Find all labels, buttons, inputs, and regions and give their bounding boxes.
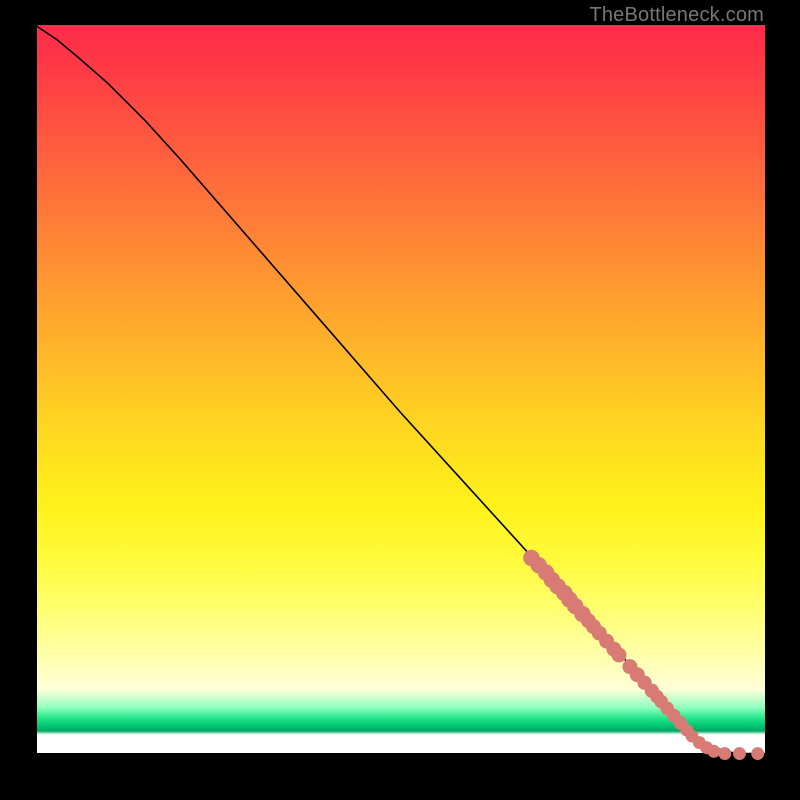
watermark-text: TheBottleneck.com xyxy=(589,4,764,27)
curve-line xyxy=(35,25,765,754)
dots-group xyxy=(524,550,764,759)
data-dot xyxy=(734,748,746,760)
data-dot xyxy=(752,748,764,760)
chart-frame: TheBottleneck.com xyxy=(0,0,800,800)
chart-svg xyxy=(35,25,765,755)
data-dot xyxy=(612,648,626,662)
data-dot xyxy=(708,745,720,757)
data-dot xyxy=(719,748,731,760)
